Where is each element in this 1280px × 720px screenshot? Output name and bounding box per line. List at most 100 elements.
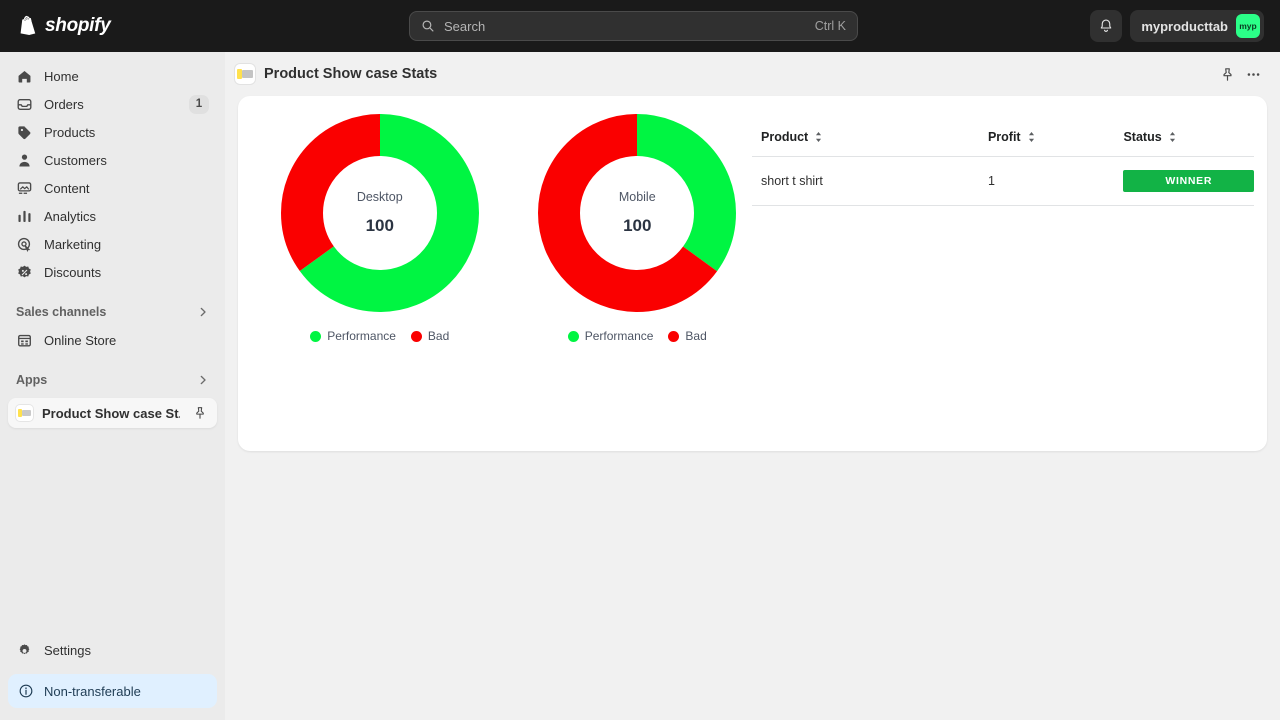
sidebar-item-orders[interactable]: Orders 1 [8, 90, 217, 118]
products-icon [18, 125, 31, 139]
sort-icon [1028, 132, 1034, 142]
column-header-product[interactable]: Product [752, 120, 988, 157]
legend-label: Performance [584, 329, 654, 343]
legend-desktop: Performance Bad [264, 329, 496, 343]
avatar: myp [1236, 14, 1260, 38]
page-header: Product Show case Stats [225, 52, 1280, 96]
search-input[interactable]: Search Ctrl K [409, 11, 858, 41]
column-label: Product [761, 130, 809, 144]
search-placeholder: Search [444, 18, 486, 34]
pin-app-button[interactable] [189, 402, 211, 424]
more-options-button[interactable] [1240, 61, 1266, 87]
cell-product: short t shirt [752, 156, 988, 206]
home-icon [18, 70, 31, 82]
sidebar-item-label: Content [44, 180, 90, 196]
app-thumbnail-icon [16, 405, 33, 421]
legend-item-performance[interactable]: Performance [310, 329, 396, 343]
cell-profit: 1 [987, 156, 1124, 206]
sidebar-item-label: Products [44, 124, 96, 140]
sidebar-item-label: Customers [44, 152, 107, 168]
legend-item-bad[interactable]: Bad [410, 329, 450, 343]
table-header-row: Product Profit Status [752, 120, 1254, 157]
notifications-button[interactable] [1090, 10, 1123, 42]
search-shortcut: Ctrl K [814, 19, 846, 33]
pin-icon [1222, 67, 1232, 81]
donut-desktop[interactable]: Desktop 100 [280, 114, 479, 312]
sidebar-item-discounts[interactable]: Discounts [8, 258, 217, 286]
sidebar-item-label: Settings [44, 642, 91, 658]
sidebar-item-content[interactable]: Content [8, 174, 217, 202]
sidebar-footer: Settings Non-transferable [0, 636, 225, 720]
chart-mobile: Mobile 100 Performance Bad [522, 114, 754, 343]
sort-icon [1169, 132, 1175, 142]
gear-icon [19, 643, 30, 654]
shopify-logo[interactable]: shopify [16, 15, 216, 37]
sort-icon [816, 132, 822, 142]
sidebar-section-apps[interactable]: Apps [8, 366, 217, 394]
main-content: Product Show case Stats Desktop 100 Perf… [225, 52, 1280, 720]
orders-count-badge: 1 [189, 94, 209, 114]
sidebar-item-customers[interactable]: Customers [8, 146, 217, 174]
top-bar-actions: myproducttab myp [1090, 10, 1264, 42]
legend-item-performance[interactable]: Performance [567, 329, 654, 343]
column-header-status[interactable]: Status [1123, 120, 1254, 157]
legend-swatch-icon [567, 330, 579, 342]
pin-page-button[interactable] [1214, 61, 1240, 87]
legend-label: Bad [685, 329, 707, 343]
brand-name: shopify [45, 15, 111, 36]
online-store-icon [18, 334, 31, 346]
discounts-icon [18, 265, 31, 277]
analytics-icon [18, 210, 31, 222]
products-table: Product Profit Status short t shirt 1 WI… [752, 120, 1254, 206]
notice-label: Non-transferable [44, 683, 141, 699]
content-icon [17, 181, 32, 194]
top-bar: shopify Search Ctrl K myproducttab myp [0, 0, 1280, 52]
legend-swatch-icon [310, 330, 322, 342]
sidebar-item-marketing[interactable]: Marketing [8, 230, 217, 258]
section-title: Sales channels [16, 305, 107, 319]
chevron-right-icon [200, 307, 206, 317]
sidebar-item-label: Home [44, 68, 79, 84]
column-header-profit[interactable]: Profit [987, 120, 1124, 157]
sidebar-item-label: Discounts [44, 264, 102, 280]
more-horizontal-icon [1247, 72, 1259, 76]
sidebar-section-sales-channels[interactable]: Sales channels [8, 298, 217, 326]
sidebar-item-label: Orders [44, 96, 84, 112]
sidebar-item-products[interactable]: Products [8, 118, 217, 146]
user-menu-button[interactable]: myproducttab myp [1130, 10, 1264, 42]
shopify-admin-window: shopify Search Ctrl K myproducttab myp H… [0, 0, 1280, 720]
app-thumbnail-icon [235, 64, 255, 84]
user-name: myproducttab [1141, 18, 1228, 34]
sidebar-item-home[interactable]: Home [8, 62, 217, 90]
sidebar-item-label: Marketing [44, 236, 102, 252]
chevron-right-icon [200, 375, 206, 385]
sidebar-item-product-showcase-stats[interactable]: Product Show case St... [8, 398, 217, 428]
non-transferable-notice[interactable]: Non-transferable [8, 674, 217, 708]
legend-label: Bad [427, 329, 450, 343]
sidebar-item-label: Product Show case St... [42, 405, 180, 421]
marketing-icon [17, 237, 31, 252]
sidebar-item-label: Online Store [44, 332, 117, 348]
legend-swatch-icon [410, 330, 422, 342]
page-title: Product Show case Stats [264, 66, 438, 82]
legend-mobile: Performance Bad [522, 329, 754, 343]
sidebar-item-online-store[interactable]: Online Store [8, 326, 217, 354]
sidebar: Home Orders 1 Products Customers Content… [0, 52, 225, 720]
info-icon [19, 684, 33, 698]
sidebar-item-label: Analytics [44, 208, 97, 224]
legend-item-bad[interactable]: Bad [668, 329, 707, 343]
donut-charts: Desktop 100 Performance Bad Mobile 100 P… [238, 114, 753, 343]
legend-label: Performance [327, 329, 396, 343]
sidebar-item-settings[interactable]: Settings [8, 636, 217, 664]
table-row[interactable]: short t shirt 1 WINNER [752, 156, 1254, 206]
status-badge[interactable]: WINNER [1123, 170, 1254, 192]
legend-swatch-icon [668, 330, 680, 342]
sidebar-item-analytics[interactable]: Analytics [8, 202, 217, 230]
search-icon [422, 20, 434, 32]
customers-icon [19, 153, 30, 166]
shopify-bag-icon [20, 15, 36, 35]
section-title: Apps [16, 373, 48, 387]
donut-mobile[interactable]: Mobile 100 [538, 114, 737, 312]
